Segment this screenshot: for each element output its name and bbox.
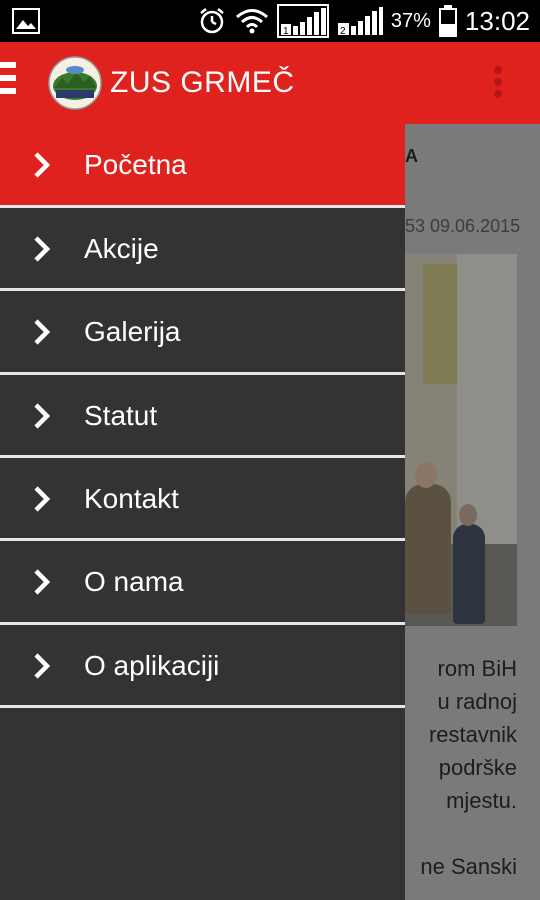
drawer-item-pocetna[interactable]: Početna (0, 124, 405, 205)
svg-text:1: 1 (283, 26, 289, 37)
svg-text:2: 2 (340, 26, 346, 37)
article-line: u radnoj (437, 689, 517, 714)
drawer-item-kontakt[interactable]: Kontakt (0, 458, 405, 539)
drawer-item-label: Galerija (84, 316, 181, 347)
navigation-drawer: Početna Akcije Galerija Statut Kontakt O… (0, 124, 405, 900)
article-heading-fragment: A (405, 146, 418, 166)
article-line: podrške (438, 755, 517, 780)
alarm-icon (200, 8, 224, 34)
battery-icon (438, 5, 457, 37)
signal-sim1-icon: 1 (276, 4, 329, 38)
drawer-item-akcije[interactable]: Akcije (0, 208, 405, 289)
background-article: A 53 09.06.2015 rom BiH u radnoj restavn… (405, 124, 540, 900)
chevron-right-icon (32, 541, 56, 622)
article-line: mjestu. (446, 788, 517, 813)
app-logo (48, 56, 102, 110)
chevron-right-icon (32, 375, 56, 456)
chevron-right-icon (32, 208, 56, 289)
chevron-right-icon (32, 458, 56, 539)
article-line (405, 817, 517, 850)
article-line: restavnik (428, 722, 517, 747)
signal-sim2-icon: 2 (337, 7, 383, 37)
drawer-item-galerija[interactable]: Galerija (0, 291, 405, 372)
clock-time: 13:02 (464, 5, 530, 36)
drawer-item-label: O aplikaciji (84, 650, 220, 681)
article-photo (405, 254, 517, 626)
drawer-item-label: Kontakt (84, 483, 179, 514)
app-bar: ZUS GRMEČ (0, 42, 540, 124)
drawer-item-o-nama[interactable]: O nama (0, 541, 405, 622)
gallery-notification-icon (12, 8, 40, 34)
drawer-item-label: Statut (84, 400, 158, 431)
divider (0, 705, 405, 708)
drawer-item-label: O nama (84, 566, 184, 597)
drawer-item-statut[interactable]: Statut (0, 375, 405, 456)
status-bar: 1 2 37% 13:02 (0, 0, 540, 42)
chevron-right-icon (32, 124, 56, 205)
drawer-item-label: Akcije (84, 233, 159, 264)
chevron-right-icon (32, 625, 56, 706)
drawer-item-label: Početna (84, 149, 187, 180)
battery-percent: 37% (390, 9, 431, 32)
article-line: rom BiH (437, 656, 517, 681)
article-datetime-fragment: 53 09.06.2015 (405, 216, 521, 236)
wifi-icon (235, 9, 268, 34)
app-title: ZUS GRMEČ (110, 66, 295, 99)
hamburger-menu-icon[interactable] (0, 62, 16, 102)
article-line: ne Sanski (420, 854, 517, 879)
article-text-fragment: rom BiH u radnoj restavnik podrške mjest… (405, 652, 517, 883)
drawer-item-o-aplikaciji[interactable]: O aplikaciji (0, 625, 405, 706)
chevron-right-icon (32, 291, 56, 372)
overflow-menu-icon[interactable] (494, 66, 504, 102)
